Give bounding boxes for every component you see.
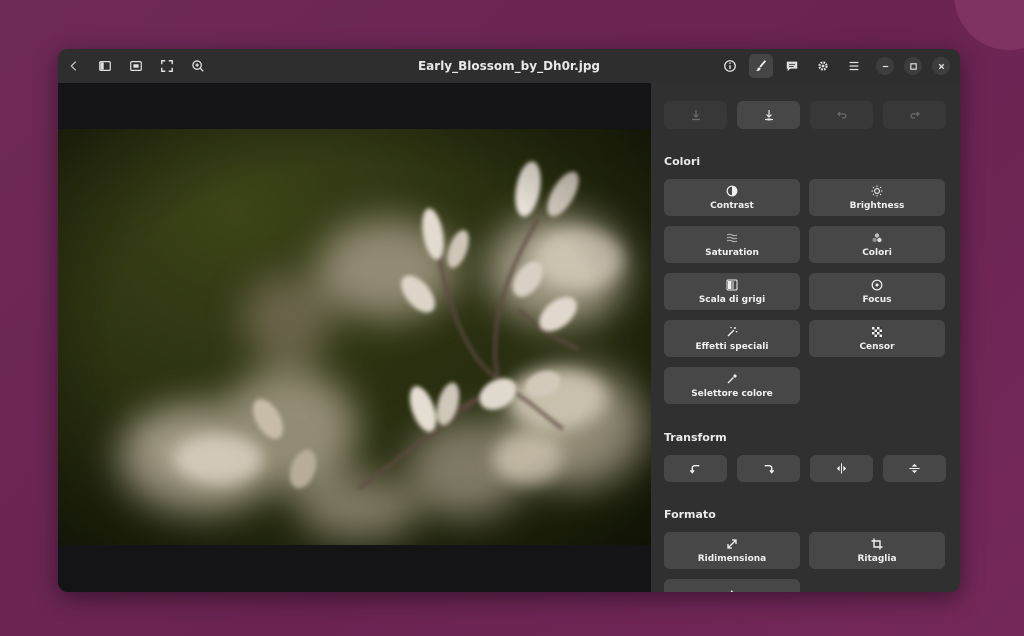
flip-horizontal-icon bbox=[836, 463, 847, 474]
resize-icon bbox=[727, 538, 737, 549]
brightness-button[interactable]: Brightness bbox=[809, 179, 945, 216]
colors-label: Colori bbox=[862, 247, 892, 258]
desktop-decoration bbox=[954, 0, 1024, 50]
grayscale-icon bbox=[726, 279, 738, 290]
censor-icon bbox=[872, 326, 882, 337]
grayscale-label: Scala di grigi bbox=[698, 294, 766, 305]
back-button[interactable] bbox=[62, 54, 86, 78]
rotate-right-button[interactable] bbox=[737, 455, 800, 482]
info-icon bbox=[724, 60, 736, 72]
fullscreen-button[interactable] bbox=[155, 54, 179, 78]
save-button[interactable] bbox=[664, 101, 727, 129]
edit-panel: Colori Contrast Brightness Saturation Co… bbox=[651, 83, 960, 592]
zoom-in-icon bbox=[192, 60, 204, 72]
color-picker-label: Selettore colore bbox=[691, 388, 773, 399]
undo-icon bbox=[836, 111, 847, 119]
rotate-left-icon bbox=[689, 465, 700, 474]
close-icon bbox=[938, 63, 944, 69]
rotate-right-icon bbox=[764, 465, 775, 474]
resize-button[interactable]: Ridimensiona bbox=[664, 532, 800, 569]
minimize-button[interactable] bbox=[876, 57, 894, 75]
censor-button[interactable]: Censor bbox=[809, 320, 945, 357]
settings-icon bbox=[818, 61, 828, 71]
photo bbox=[58, 129, 651, 545]
comment-button[interactable] bbox=[780, 54, 804, 78]
save-as-button[interactable] bbox=[737, 101, 800, 129]
info-button[interactable] bbox=[718, 54, 742, 78]
color-picker-button[interactable]: Selettore colore bbox=[664, 367, 800, 404]
rotate-free-button[interactable] bbox=[664, 579, 800, 592]
redo-icon bbox=[909, 111, 920, 119]
flip-horizontal-button[interactable] bbox=[810, 455, 873, 482]
sidebar-icon bbox=[99, 61, 111, 71]
save-as-icon bbox=[764, 110, 773, 121]
focus-label: Focus bbox=[862, 294, 892, 305]
contrast-label: Contrast bbox=[710, 200, 754, 211]
edit-brush-icon bbox=[756, 60, 767, 71]
image-canvas[interactable] bbox=[58, 83, 651, 592]
edit-button[interactable] bbox=[749, 54, 773, 78]
color-picker-icon bbox=[727, 373, 737, 383]
redo-button[interactable] bbox=[883, 101, 946, 129]
rotate-left-button[interactable] bbox=[664, 455, 727, 482]
zoom-in-button[interactable] bbox=[186, 54, 210, 78]
effects-icon bbox=[727, 326, 738, 336]
flip-vertical-icon bbox=[909, 463, 920, 474]
brightness-label: Brightness bbox=[849, 200, 905, 211]
saturation-button[interactable]: Saturation bbox=[664, 226, 800, 263]
fullscreen-icon bbox=[161, 60, 173, 72]
menu-icon bbox=[849, 61, 859, 71]
settings-button[interactable] bbox=[811, 54, 835, 78]
crop-button[interactable]: Ritaglia bbox=[809, 532, 945, 569]
contrast-button[interactable]: Contrast bbox=[664, 179, 800, 216]
contrast-icon bbox=[726, 185, 738, 196]
fit-window-icon bbox=[130, 61, 142, 71]
focus-icon bbox=[871, 279, 883, 290]
back-icon bbox=[70, 61, 77, 71]
close-button[interactable] bbox=[932, 57, 950, 75]
brightness-icon bbox=[871, 185, 883, 196]
flip-vertical-button[interactable] bbox=[883, 455, 946, 482]
section-title-format: Formato bbox=[664, 508, 716, 521]
resize-label: Ridimensiona bbox=[697, 553, 767, 564]
saturation-label: Saturation bbox=[705, 247, 759, 258]
saturation-icon bbox=[726, 233, 738, 242]
maximize-icon bbox=[909, 62, 917, 70]
focus-button[interactable]: Focus bbox=[809, 273, 945, 310]
maximize-button[interactable] bbox=[904, 57, 922, 75]
menu-button[interactable] bbox=[842, 54, 866, 78]
effects-label: Effetti speciali bbox=[695, 341, 769, 352]
crop-label: Ritaglia bbox=[857, 553, 897, 564]
sidebar-button[interactable] bbox=[93, 54, 117, 78]
rotate-free-icon bbox=[729, 589, 735, 592]
colors-icon bbox=[872, 232, 882, 242]
save-icon bbox=[691, 110, 700, 121]
header-bar: Early_Blossom_by_Dh0r.jpg bbox=[58, 49, 960, 84]
crop-icon bbox=[871, 538, 883, 549]
comment-icon bbox=[786, 61, 798, 72]
image-viewer-window: Early_Blossom_by_Dh0r.jpg Colori Contras… bbox=[58, 49, 960, 592]
section-title-colors: Colori bbox=[664, 155, 701, 168]
fit-window-button[interactable] bbox=[124, 54, 148, 78]
censor-label: Censor bbox=[859, 341, 895, 352]
colors-button[interactable]: Colori bbox=[809, 226, 945, 263]
section-title-transform: Transform bbox=[664, 431, 727, 444]
effects-button[interactable]: Effetti speciali bbox=[664, 320, 800, 357]
minimize-icon bbox=[882, 65, 888, 67]
undo-button[interactable] bbox=[810, 101, 873, 129]
grayscale-button[interactable]: Scala di grigi bbox=[664, 273, 800, 310]
